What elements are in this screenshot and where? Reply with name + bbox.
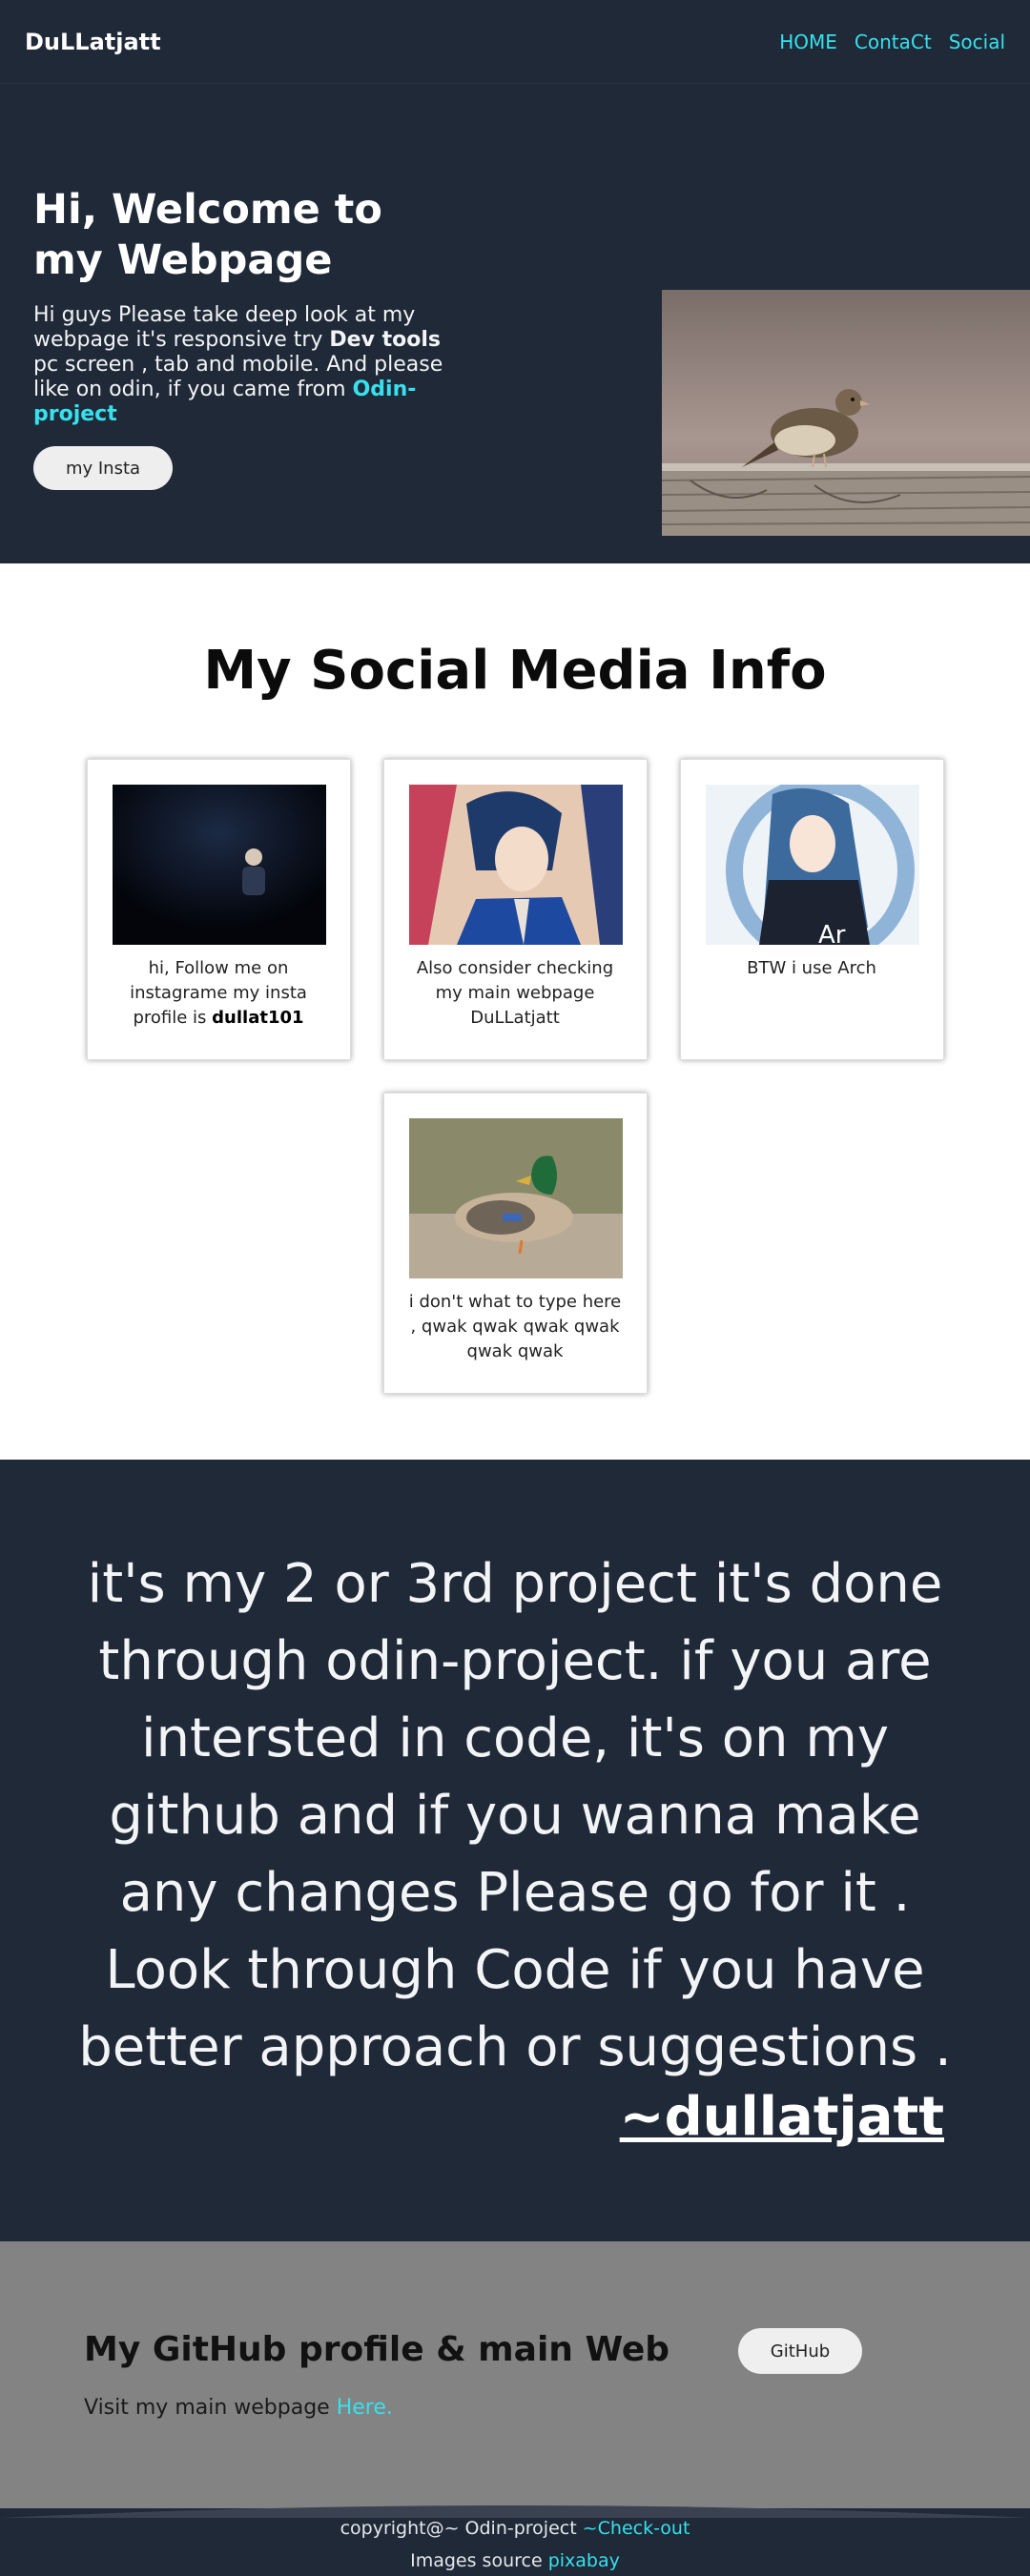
- quote-text: it's my 2 or 3rd project it's done throu…: [78, 1553, 952, 2078]
- social-title: My Social Media Info: [203, 640, 827, 702]
- brand-logo[interactable]: DuLLatjatt: [25, 29, 161, 55]
- hero-description: Hi guys Please take deep look at my webp…: [33, 303, 443, 426]
- quote-author[interactable]: ~dullatjatt: [76, 2086, 954, 2148]
- card-duck-text: i don't what to type here , qwak qwak qw…: [408, 1292, 622, 1361]
- github-info: My GitHub profile & main Web Visit my ma…: [84, 2330, 738, 2420]
- top-nav: DuLLatjatt HOME ContaCt Social: [0, 0, 1030, 84]
- card-arch-text: BTW i use Arch: [747, 958, 876, 978]
- card-instagram[interactable]: hi, Follow me on instagrame my insta pro…: [86, 759, 351, 1060]
- github-section: My GitHub profile & main Web Visit my ma…: [0, 2241, 1030, 2508]
- github-button[interactable]: GitHub: [738, 2328, 862, 2374]
- card-webpage-text: Also consider checking my main webpage D…: [416, 958, 614, 1028]
- duck-image: [408, 1118, 623, 1278]
- nav-link-social[interactable]: Social: [949, 31, 1005, 53]
- svg-text:Ar: Ar: [818, 921, 846, 945]
- card-duck[interactable]: i don't what to type here , qwak qwak qw…: [382, 1093, 648, 1394]
- nav-link-home[interactable]: HOME: [779, 31, 837, 53]
- hero-title: Hi, Welcome to my Webpage: [33, 186, 382, 284]
- hero-text: Hi, Welcome to my Webpage Hi guys Please…: [33, 185, 463, 490]
- dev-tools-text: Dev tools: [329, 328, 441, 352]
- footer: copyright@~ Odin-project ~Check-out Imag…: [0, 2505, 1030, 2576]
- pixabay-link[interactable]: pixabay: [548, 2550, 620, 2571]
- footer-copyright: copyright@~ Odin-project ~Check-out: [340, 2518, 690, 2539]
- nav-links: HOME ContaCt Social: [779, 31, 1005, 53]
- footer-images-source: Images source pixabay: [410, 2550, 620, 2571]
- checkout-link[interactable]: ~Check-out: [583, 2518, 690, 2539]
- card-webpage[interactable]: Also consider checking my main webpage D…: [382, 759, 648, 1060]
- hero-section: Hi, Welcome to my Webpage Hi guys Please…: [0, 84, 1030, 563]
- social-cards: hi, Follow me on instagrame my insta pro…: [86, 759, 944, 1394]
- github-title: My GitHub profile & main Web: [84, 2330, 670, 2369]
- card-arch[interactable]: Ar BTW i use Arch: [679, 759, 944, 1060]
- sparrow-image: [662, 290, 1030, 536]
- dark-portrait-image: [112, 785, 326, 945]
- social-section: My Social Media Info hi, Follow me on in…: [0, 563, 1030, 1460]
- nav-link-contact[interactable]: ContaCt: [855, 31, 932, 53]
- card-instagram-text: hi, Follow me on instagrame my insta pro…: [130, 958, 307, 1028]
- anime-boy-image: [408, 785, 623, 945]
- insta-button[interactable]: my Insta: [33, 446, 173, 490]
- quote-section: it's my 2 or 3rd project it's done throu…: [0, 1460, 1030, 2241]
- github-subtitle: Visit my main webpage Here.: [84, 2396, 393, 2420]
- main-webpage-link[interactable]: Here.: [337, 2396, 393, 2420]
- anime-girl-image: Ar: [705, 785, 919, 945]
